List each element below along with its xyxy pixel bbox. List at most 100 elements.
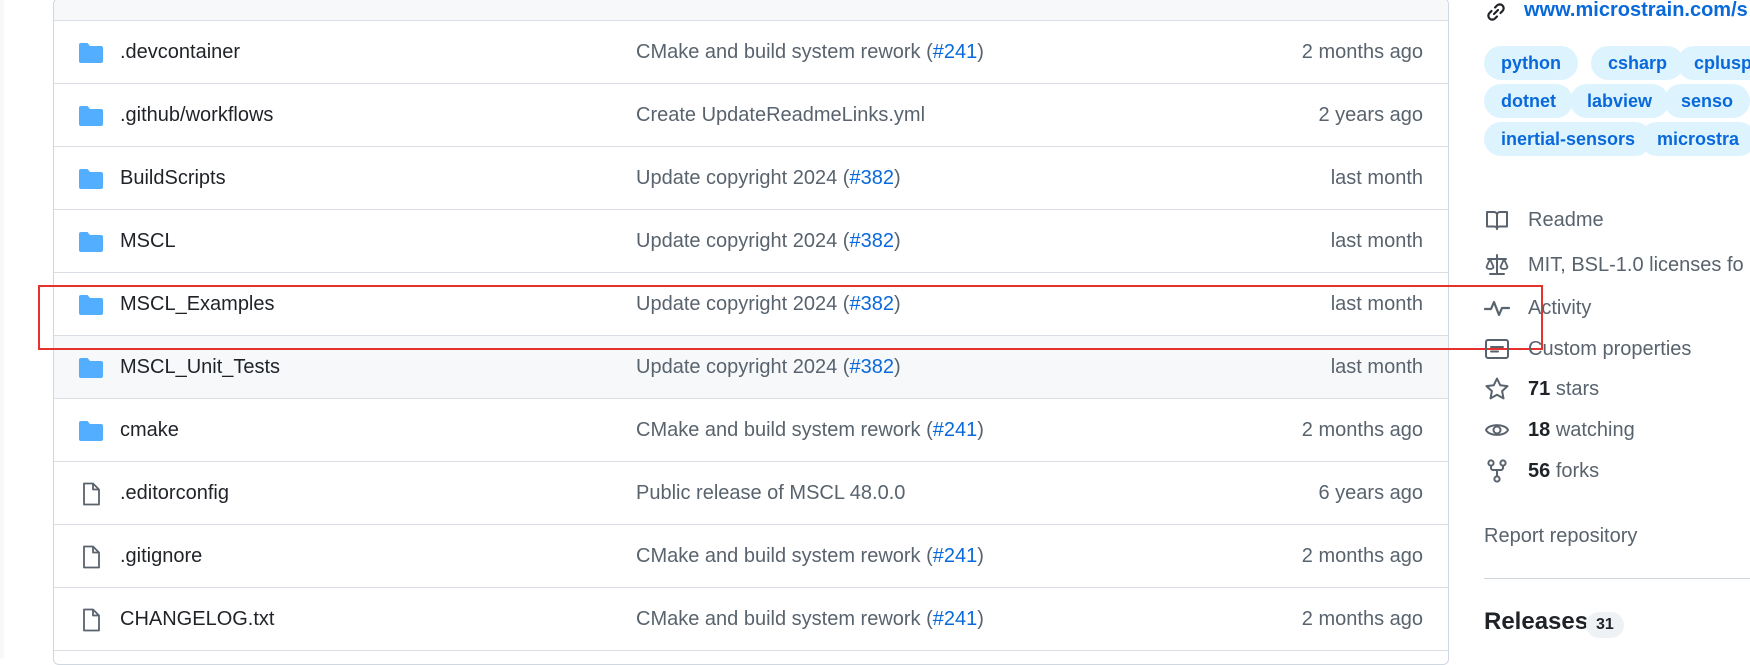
topic-labview[interactable]: labview — [1570, 84, 1670, 118]
folder-icon-svg — [79, 358, 103, 378]
left-gutter — [0, 0, 4, 659]
commit-message-text: CMake and build system rework ( — [636, 418, 933, 441]
folder-icon — [78, 419, 104, 443]
file-table: .devcontainer CMake and build system rewo… — [53, 0, 1449, 665]
watching-link[interactable]: 18 watching — [1484, 415, 1635, 445]
file-row[interactable]: .devcontainer CMake and build system rewo… — [54, 21, 1448, 84]
readme-link[interactable]: Readme — [1484, 205, 1604, 235]
pull-request-link[interactable]: #241 — [933, 41, 978, 63]
topic-python[interactable]: python — [1484, 46, 1578, 80]
commit-date: 2 months ago — [1301, 418, 1423, 441]
file-row[interactable]: MSCL_Unit_Tests Update copyright 2024 (#3… — [54, 336, 1448, 399]
file-row[interactable]: MSCL Update copyright 2024 (#382) last mon… — [54, 210, 1448, 273]
topic-csharp[interactable]: csharp — [1591, 46, 1685, 80]
commit-date: 2 months ago — [1301, 607, 1423, 630]
pull-request-link[interactable]: #382 — [849, 230, 894, 252]
table-header-strip — [54, 0, 1448, 21]
commit-message-link[interactable]: CMake and build system rework (#241) — [636, 419, 984, 442]
file-row[interactable]: MSCL_Examples Update copyright 2024 (#382… — [54, 273, 1448, 336]
stars-label: stars — [1555, 377, 1600, 400]
file-row[interactable]: BuildScripts Update copyright 2024 (#382)… — [54, 147, 1448, 210]
releases-heading[interactable]: Releases — [1484, 608, 1588, 636]
commit-message-link[interactable]: CMake and build system rework (#241) — [636, 608, 984, 631]
folder-icon-svg — [79, 169, 103, 189]
commit-message-link[interactable]: CMake and build system rework (#241) — [636, 41, 984, 64]
folder-icon — [78, 230, 104, 254]
sidebar-divider — [1484, 578, 1750, 579]
file-name-link[interactable]: .editorconfig — [120, 482, 229, 505]
commit-date: 2 years ago — [1318, 103, 1423, 126]
commit-message-end: ) — [893, 166, 901, 189]
license-link[interactable]: MIT, BSL-1.0 licenses fo — [1484, 250, 1744, 280]
commit-message-link[interactable]: Create UpdateReadmeLinks.yml — [636, 104, 925, 127]
forks-label: forks — [1555, 459, 1600, 482]
file-name-link[interactable]: .gitignore — [120, 545, 202, 568]
commit-date: 6 years ago — [1318, 481, 1423, 504]
pull-request-link[interactable]: #382 — [849, 356, 894, 378]
commit-date: last month — [1330, 166, 1423, 189]
commit-message-end: ) — [977, 40, 984, 63]
commit-message-link[interactable]: Public release of MSCL 48.0.0 — [636, 482, 905, 505]
file-icon-svg — [83, 482, 100, 506]
forks-link[interactable]: 56 forks — [1484, 456, 1599, 486]
commit-message-text: Update copyright 2024 ( — [636, 229, 850, 252]
topic-inertial-sensors[interactable]: inertial-sensors — [1484, 122, 1653, 156]
eye-icon — [1485, 424, 1509, 436]
link-icon — [1487, 3, 1505, 21]
activity-link[interactable]: Activity — [1484, 293, 1591, 323]
folder-icon — [78, 104, 104, 128]
commit-message-end: ) — [977, 607, 984, 630]
commit-date: last month — [1330, 229, 1423, 252]
file-name-link[interactable]: MSCL_Unit_Tests — [120, 356, 280, 379]
pull-request-link[interactable]: #241 — [933, 545, 978, 567]
file-row[interactable]: cmake CMake and build system rework (#241… — [54, 399, 1448, 462]
file-name-link[interactable]: CHANGELOG.txt — [120, 608, 274, 631]
commit-message-link[interactable]: Update copyright 2024 (#382) — [636, 230, 901, 253]
custom-properties-link[interactable]: Custom properties — [1484, 334, 1691, 364]
file-row[interactable]: .editorconfig Public release of MSCL 48.0… — [54, 462, 1448, 525]
pull-request-link[interactable]: #382 — [849, 167, 894, 189]
file-icon — [78, 608, 104, 632]
file-name-link[interactable]: .github/workflows — [120, 104, 273, 127]
commit-message-link[interactable]: Update copyright 2024 (#382) — [636, 167, 901, 190]
commit-message-link[interactable]: CMake and build system rework (#241) — [636, 545, 984, 568]
law-icon — [1485, 254, 1509, 275]
file-name-link[interactable]: MSCL — [120, 230, 176, 253]
file-name-link[interactable]: .devcontainer — [120, 41, 240, 64]
commit-message-end: ) — [977, 544, 984, 567]
file-icon — [78, 545, 104, 569]
about-sidebar: www.microstrain.com/s python csharp cplu… — [1484, 0, 1750, 659]
commit-message-end: ) — [977, 418, 984, 441]
pull-request-link[interactable]: #382 — [849, 293, 894, 315]
folder-icon — [78, 167, 104, 191]
file-row[interactable]: .gitignore CMake and build system rework … — [54, 525, 1448, 588]
stars-link[interactable]: 71 stars — [1484, 374, 1599, 404]
commit-date: 2 months ago — [1301, 40, 1423, 63]
watching-count: 18 — [1528, 418, 1551, 441]
file-row[interactable]: .github/workflows Create UpdateReadmeLink… — [54, 84, 1448, 147]
file-name-link[interactable]: cmake — [120, 419, 179, 442]
commit-date: last month — [1330, 355, 1423, 378]
commit-message-link[interactable]: Update copyright 2024 (#382) — [636, 293, 901, 316]
file-row[interactable]: CHANGELOG.txt CMake and build system rewo… — [54, 588, 1448, 651]
topic-cplusplus[interactable]: cplusp — [1677, 46, 1750, 80]
pulse-icon — [1484, 300, 1510, 317]
file-name-link[interactable]: MSCL_Examples — [120, 293, 275, 316]
topic-sensors[interactable]: senso — [1664, 84, 1750, 118]
file-name-link[interactable]: BuildScripts — [120, 167, 226, 190]
topic-dotnet[interactable]: dotnet — [1484, 84, 1573, 118]
topic-microstrain[interactable]: microstra — [1640, 122, 1750, 156]
pull-request-link[interactable]: #241 — [933, 608, 978, 630]
commit-message-link[interactable]: Update copyright 2024 (#382) — [636, 356, 901, 379]
website-link[interactable]: www.microstrain.com/s — [1524, 0, 1748, 22]
license-label: MIT, BSL-1.0 licenses fo — [1528, 253, 1744, 276]
releases-count-badge: 31 — [1586, 612, 1624, 638]
commit-message-text: CMake and build system rework ( — [636, 544, 933, 567]
file-icon-svg — [83, 545, 100, 569]
commit-message-end: ) — [893, 355, 901, 378]
commit-message-text: Update copyright 2024 ( — [636, 292, 850, 315]
pull-request-link[interactable]: #241 — [933, 419, 978, 441]
commit-message-text: Update copyright 2024 ( — [636, 355, 850, 378]
custom-properties-label: Custom properties — [1528, 337, 1692, 360]
report-repository-link[interactable]: Report repository — [1484, 525, 1637, 548]
